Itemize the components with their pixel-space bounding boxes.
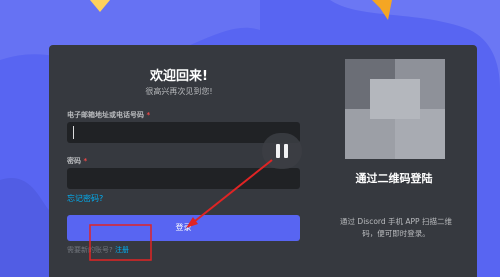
qr-description-line: 通过 Discord 手机 APP 扫描二维 — [340, 217, 452, 226]
required-mark: * — [83, 157, 88, 165]
pause-bar — [284, 144, 288, 158]
login-modal: 欢迎回来! 很高兴再次见到您! 电子邮箱地址或电话号码 * 密码 * 忘记密码?… — [49, 45, 477, 277]
required-mark: * — [146, 111, 151, 119]
password-field-label: 密码 * — [67, 156, 87, 166]
register-link[interactable]: 注册 — [115, 246, 129, 254]
password-label-text: 密码 — [67, 157, 81, 165]
forgot-password-link[interactable]: 忘记密码? — [67, 193, 103, 204]
pause-icon[interactable] — [262, 133, 302, 169]
register-prompt-text: 需要新的账号? — [67, 246, 113, 254]
login-button[interactable]: 登录 — [67, 215, 300, 241]
qr-code — [345, 59, 445, 159]
qr-description-line: 码，便可即时登录。 — [362, 229, 430, 238]
password-field[interactable] — [67, 168, 300, 189]
email-field-label: 电子邮箱地址或电话号码 * — [67, 110, 150, 120]
email-label-text: 电子邮箱地址或电话号码 — [67, 111, 144, 119]
page-subtitle: 很高兴再次见到您! — [145, 87, 213, 96]
text-caret — [73, 126, 74, 139]
qr-description: 通过 Discord 手机 APP 扫描二维 码，便可即时登录。 — [321, 216, 471, 240]
register-prompt: 需要新的账号? 注册 — [67, 245, 129, 255]
pause-bar — [276, 144, 280, 158]
page-title: 欢迎回来! — [150, 69, 208, 84]
qr-title: 通过二维码登陆 — [355, 172, 433, 185]
